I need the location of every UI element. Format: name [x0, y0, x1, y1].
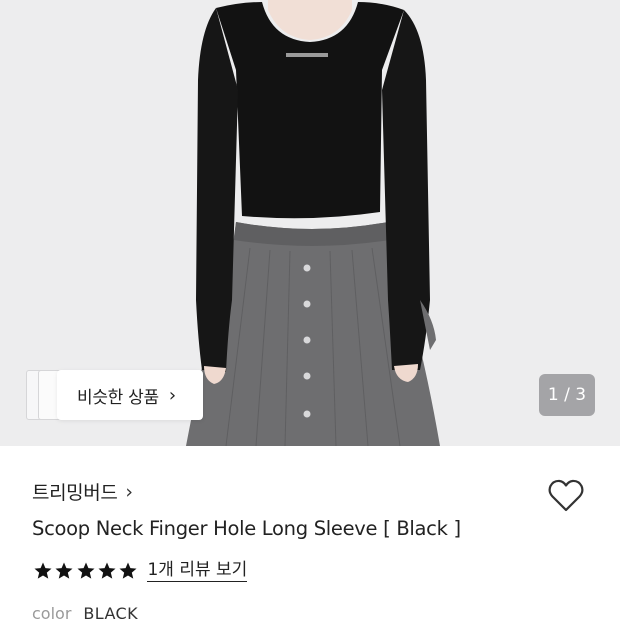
similar-products-button[interactable]: 비슷한 상품 ›	[57, 370, 203, 420]
chevron-right-icon: ›	[168, 384, 177, 406]
brand-name: 트리밍버드	[32, 482, 118, 504]
selected-option: color BLACK	[32, 604, 138, 620]
heart-outline-icon	[548, 479, 584, 512]
wishlist-button[interactable]	[546, 476, 586, 516]
option-label: color	[32, 604, 72, 620]
star-filled-icon	[119, 562, 137, 579]
brand-link[interactable]: 트리밍버드 ›	[32, 478, 133, 505]
product-title: Scoop Neck Finger Hole Long Sleeve [ Bla…	[32, 517, 461, 540]
image-counter: 1 / 3	[539, 374, 595, 416]
option-value: BLACK	[83, 604, 138, 620]
product-image-carousel[interactable]: 비슷한 상품 › 1 / 3	[0, 0, 620, 446]
similar-products-label: 비슷한 상품	[77, 387, 159, 408]
star-filled-icon	[77, 562, 95, 579]
rating-stars	[33, 561, 139, 581]
rating-row: 1개 리뷰 보기	[33, 560, 248, 582]
star-filled-icon	[55, 562, 73, 579]
star-filled-icon	[98, 562, 116, 579]
star-filled-icon	[34, 562, 52, 579]
chevron-right-icon: ›	[125, 480, 134, 503]
view-reviews-link[interactable]: 1개 리뷰 보기	[147, 560, 248, 582]
